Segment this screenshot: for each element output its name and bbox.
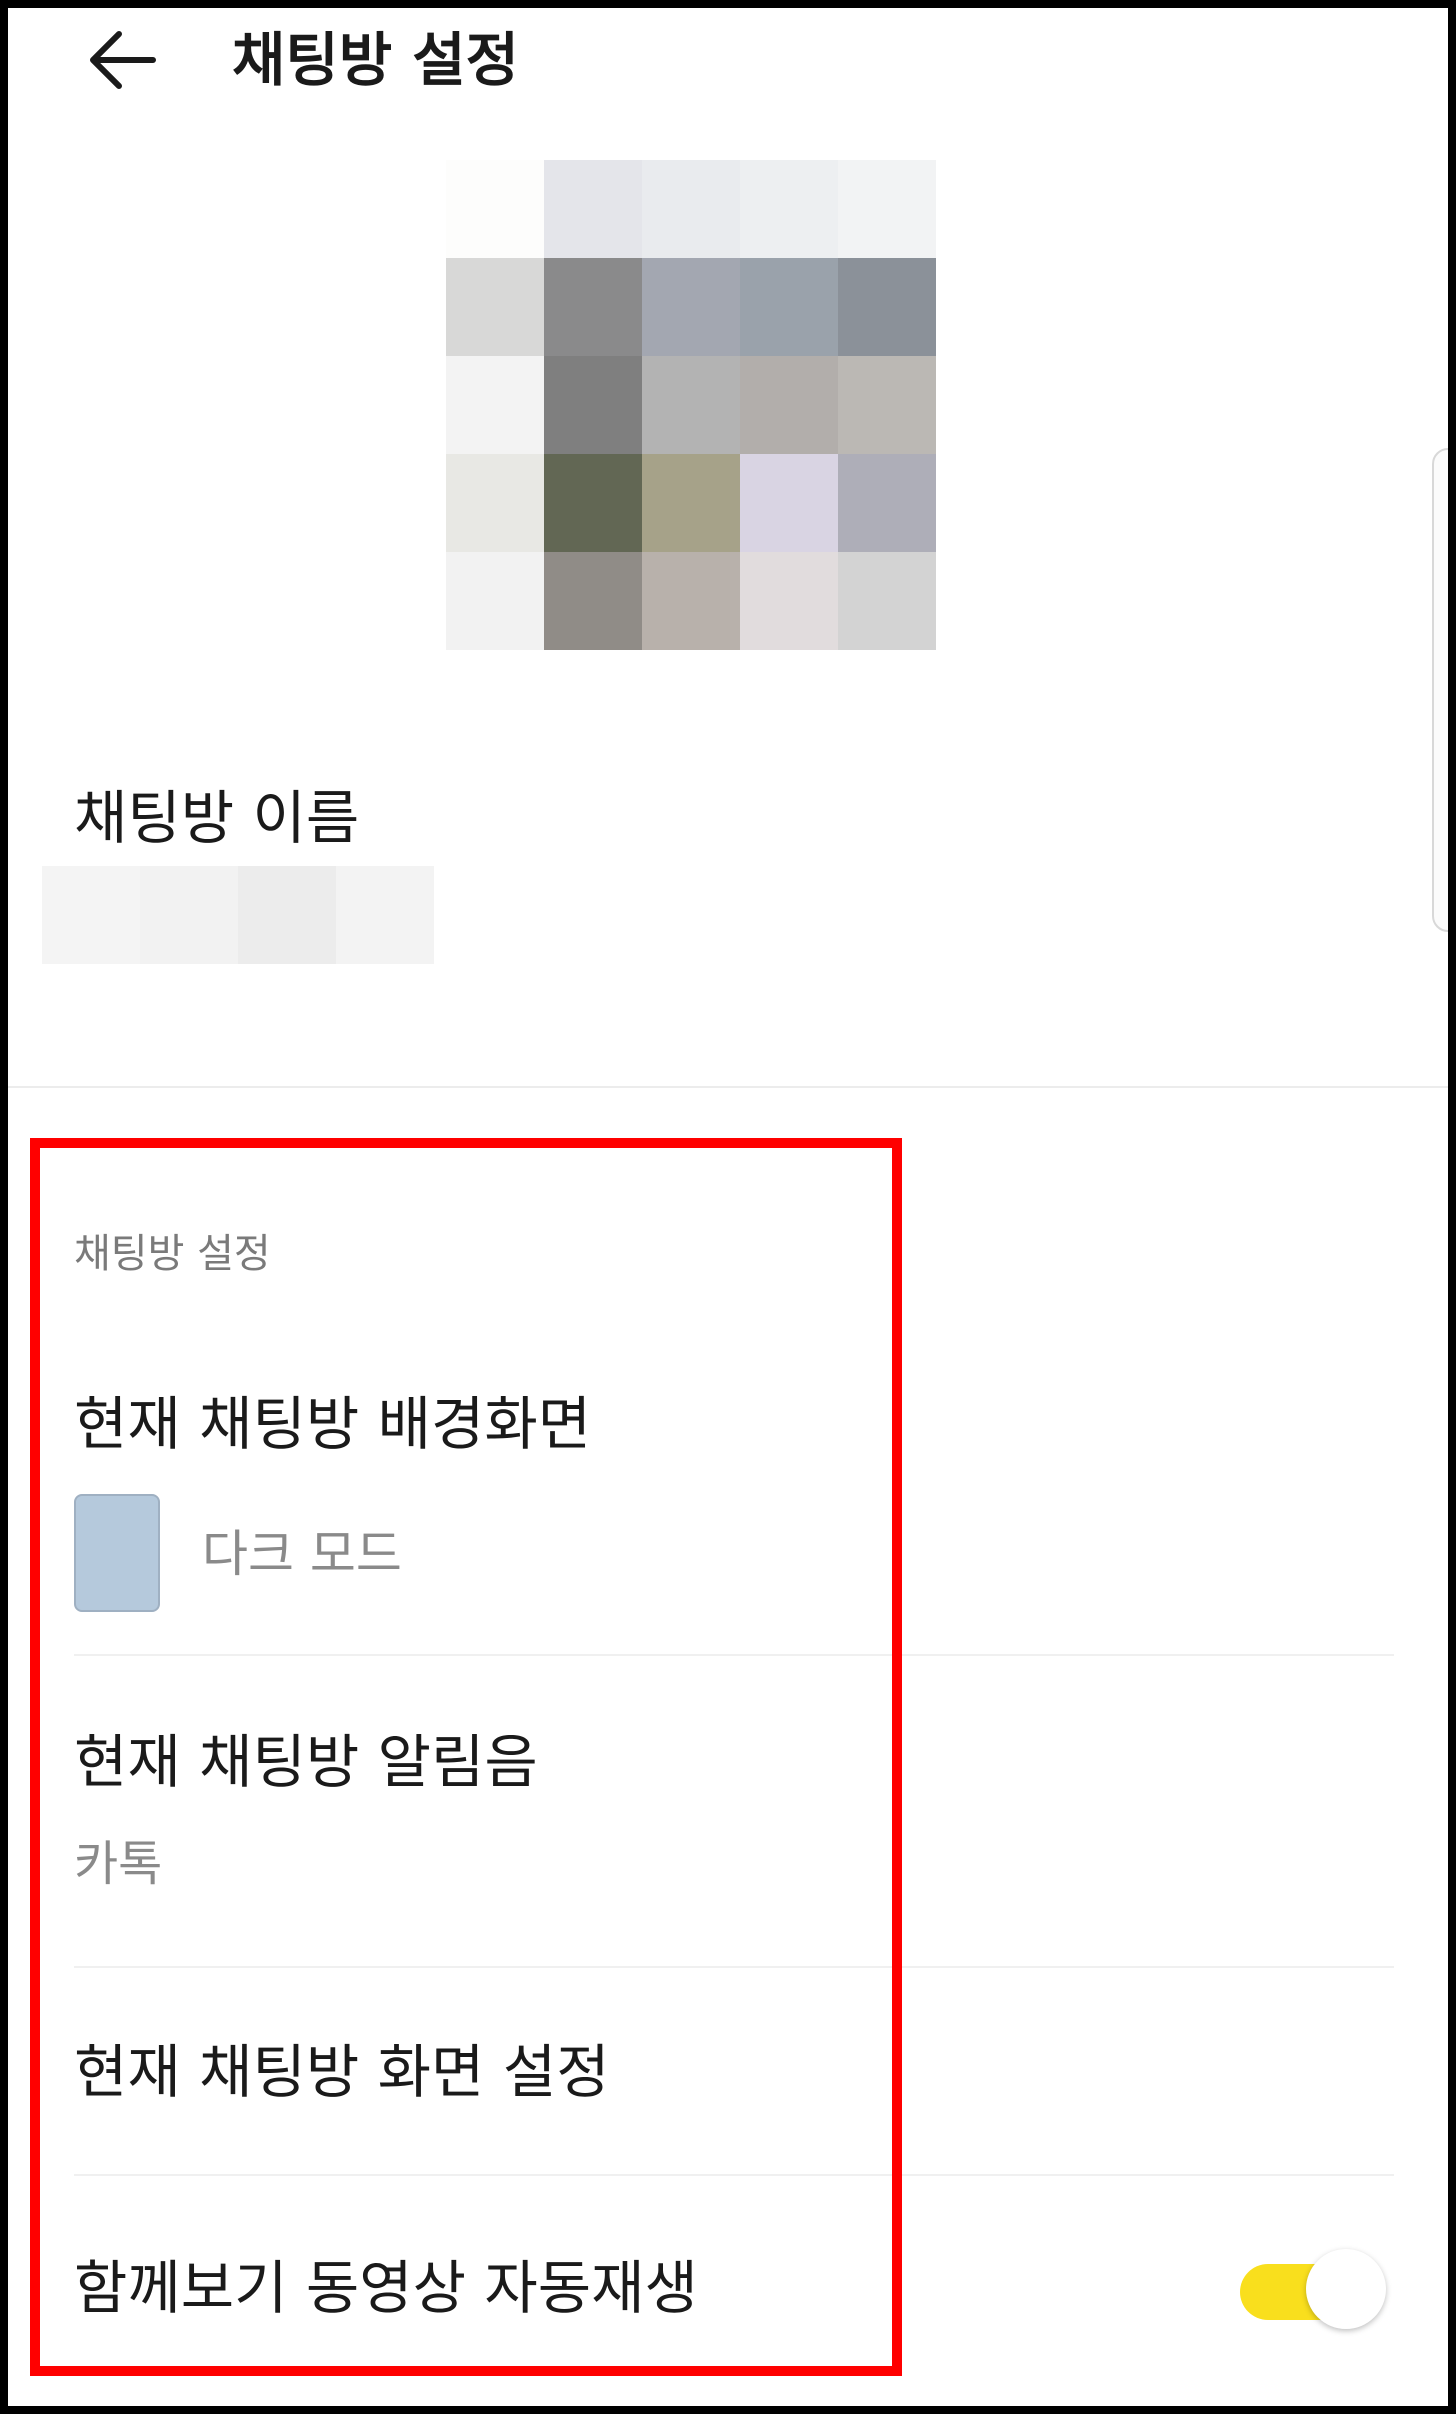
background-swatch[interactable] [74,1494,160,1612]
mosaic-tile [838,258,936,356]
mosaic-tile [446,552,544,650]
screen-setting-title[interactable]: 현재 채팅방 화면 설정 [74,2032,610,2112]
section-divider [8,1086,1448,1088]
blur-tile [42,866,140,964]
edge-panel-handle[interactable] [1432,448,1448,932]
row-divider [74,1654,1394,1656]
profile-image-mosaic[interactable] [446,160,936,650]
mosaic-tile [446,454,544,552]
row-divider [74,2174,1394,2176]
app-header: 채팅방 설정 [8,8,1448,108]
mosaic-tile [838,552,936,650]
mosaic-tile [544,356,642,454]
mosaic-tile [740,356,838,454]
arrow-left-icon [90,31,156,89]
mosaic-tile [642,258,740,356]
back-button[interactable] [78,20,168,100]
blur-tile [238,866,336,964]
mosaic-tile [642,160,740,258]
mosaic-tile [838,356,936,454]
row-divider [74,1966,1394,1968]
notification-setting-value: 카톡 [74,1836,163,1892]
page-title: 채팅방 설정 [232,26,519,94]
mosaic-tile [446,160,544,258]
room-name-value-blurred[interactable] [42,866,434,964]
autoplay-setting-title: 함께보기 동영상 자동재생 [74,2254,698,2322]
toggle-knob [1306,2249,1386,2329]
mosaic-tile [740,258,838,356]
mosaic-tile [740,454,838,552]
blur-tile [336,866,434,964]
background-setting-title[interactable]: 현재 채팅방 배경화면 [74,1384,591,1464]
background-setting-value: 다크 모드 [202,1525,402,1583]
room-name-label: 채팅방 이름 [74,784,360,852]
mosaic-tile [740,552,838,650]
notification-setting-title[interactable]: 현재 채팅방 알림음 [74,1722,538,1802]
mosaic-tile [838,454,936,552]
mosaic-tile [544,160,642,258]
mosaic-tile [544,552,642,650]
mosaic-tile [740,160,838,258]
mosaic-tile [642,356,740,454]
autoplay-toggle[interactable] [1234,2244,1386,2334]
mosaic-tile [642,454,740,552]
mosaic-tile [446,356,544,454]
mosaic-tile [544,454,642,552]
mosaic-tile [544,258,642,356]
blur-tile [140,866,238,964]
mosaic-tile [642,552,740,650]
mosaic-tile [446,258,544,356]
section-header-chat-settings: 채팅방 설정 [74,1231,271,1277]
mosaic-tile [838,160,936,258]
chat-room-settings-screen: 채팅방 설정 채팅방 이름 채팅방 설정 현재 채팅방 배경화면 다크 모드 현… [8,8,1448,2406]
